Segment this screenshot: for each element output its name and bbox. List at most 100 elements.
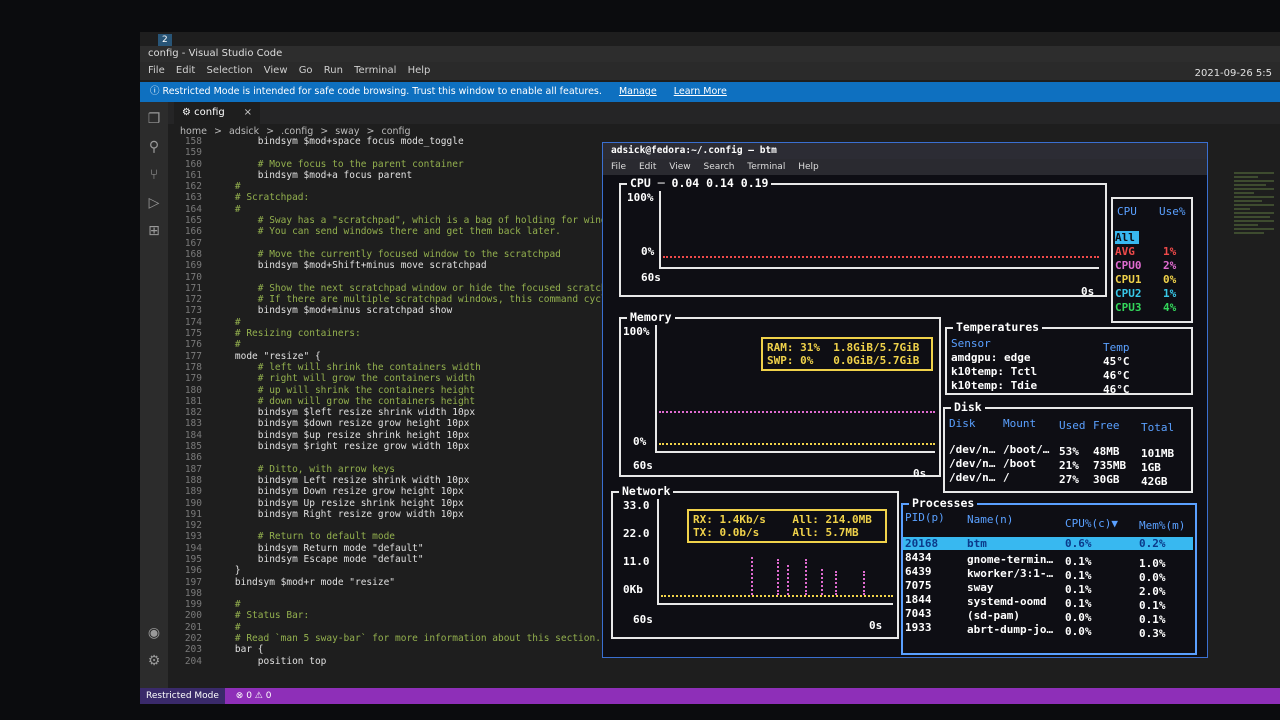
code-line[interactable]: 182 bindsym $left resize shrink width 10… [170,407,640,418]
proc-name[interactable]: systemd-oomd [967,595,1046,608]
menu-selection[interactable]: Selection [206,65,252,76]
code-line[interactable]: 158 bindsym $mod+space focus mode_toggle [170,136,640,147]
code-line[interactable]: 163 # Scratchpad: [170,192,640,203]
cpu-graph-panel[interactable]: CPU ─ 0.04 0.14 0.19 100% 0% 60s 0s [619,176,1107,298]
code-line[interactable]: 194 bindsym Return mode "default" [170,543,640,554]
explorer-icon[interactable]: ❐ [145,110,163,128]
code-line[interactable]: 162 # [170,181,640,192]
cpu-legend-cpu2[interactable]: CPU2 [1115,287,1142,300]
code-line[interactable]: 165 # Sway has a "scratchpad", which is … [170,215,640,226]
code-line[interactable]: 199 # [170,599,640,610]
menu-view[interactable]: View [264,65,288,76]
term-menu-search[interactable]: Search [703,162,734,172]
menu-terminal[interactable]: Terminal [354,65,396,76]
minimap[interactable] [1234,172,1274,372]
memory-panel[interactable]: Memory 100% 0% 60s 0s RAM: 31% 1.8GiB/5.… [619,310,941,480]
code-line[interactable]: 167 [170,238,640,249]
learn-more-link[interactable]: Learn More [674,86,727,97]
account-icon[interactable]: ◉ [145,624,163,642]
code-line[interactable]: 161 bindsym $mod+a focus parent [170,170,640,181]
code-line[interactable]: 188 bindsym Left resize shrink width 10p… [170,475,640,486]
code-line[interactable]: 168 # Move the currently focused window … [170,249,640,260]
code-line[interactable]: 175 # Resizing containers: [170,328,640,339]
code-line[interactable]: 186 [170,452,640,463]
temperatures-panel[interactable]: Temperatures Sensor Temp amdgpu: edge 45… [945,320,1193,396]
term-menu-view[interactable]: View [669,162,690,172]
code-line[interactable]: 201 # [170,622,640,633]
tab-config[interactable]: ⚙ config × [174,102,260,124]
code-line[interactable]: 166 # You can send windows there and get… [170,226,640,237]
menu-run[interactable]: Run [324,65,343,76]
code-line[interactable]: 195 bindsym Escape mode "default" [170,554,640,565]
term-menu-edit[interactable]: Edit [639,162,656,172]
proc-header-name[interactable]: Name(n) [967,513,1013,526]
code-line[interactable]: 197 bindsym $mod+r mode "resize" [170,577,640,588]
source-control-icon[interactable]: ⑂ [145,166,163,184]
proc-name[interactable]: gnome-termin… [967,553,1053,566]
cpu-legend-panel[interactable]: CPU Use% All AVG 1% CPU0 2% CPU1 0% CPU2… [1111,197,1193,323]
term-menu-help[interactable]: Help [798,162,819,172]
proc-name[interactable]: abrt-dump-jo… [967,623,1053,636]
menu-file[interactable]: File [148,65,165,76]
code-line[interactable]: 198 [170,588,640,599]
code-line[interactable]: 177 mode "resize" { [170,351,640,362]
network-panel[interactable]: Network 33.0 22.0 11.0 0Kb 60s 0s RX: 1.… [611,484,899,639]
menu-help[interactable]: Help [408,65,431,76]
code-line[interactable]: 193 # Return to default mode [170,531,640,542]
code-line[interactable]: 192 [170,520,640,531]
code-line[interactable]: 178 # left will shrink the containers wi… [170,362,640,373]
workspace-indicator[interactable]: 2 [158,34,172,46]
disk-panel[interactable]: Disk Disk Mount Used Free Total /dev/n… … [943,400,1193,493]
code-line[interactable]: 174 # [170,317,640,328]
cpu-legend-cpu0[interactable]: CPU0 [1115,259,1142,272]
code-line[interactable]: 169 bindsym $mod+Shift+minus move scratc… [170,260,640,271]
code-line[interactable]: 159 [170,147,640,158]
code-line[interactable]: 203 bar { [170,644,640,655]
code-line[interactable]: 181 # down will grow the containers heig… [170,396,640,407]
proc-name[interactable]: sway [967,581,994,594]
menu-edit[interactable]: Edit [176,65,195,76]
code-line[interactable]: 184 bindsym $up resize shrink height 10p… [170,430,640,441]
cpu-legend-all[interactable]: All [1115,231,1139,244]
cpu-legend-cpu1[interactable]: CPU1 [1115,273,1142,286]
code-line[interactable]: 173 bindsym $mod+minus scratchpad show [170,305,640,316]
processes-panel[interactable]: Processes PID(p) Name(n) CPU%(c)▼ Mem%(m… [901,496,1197,655]
code-line[interactable]: 160 # Move focus to the parent container [170,159,640,170]
code-line[interactable]: 185 bindsym $right resize grow width 10p… [170,441,640,452]
code-editor[interactable]: 158 bindsym $mod+space focus mode_toggle… [170,136,698,676]
code-line[interactable]: 164 # [170,204,640,215]
problems-indicator[interactable]: ⊗ 0 ⚠ 0 [236,691,272,701]
run-debug-icon[interactable]: ▷ [145,194,163,212]
cpu-legend-avg[interactable]: AVG [1115,245,1135,258]
code-line[interactable]: 180 # up will shrink the containers heig… [170,385,640,396]
proc-pid[interactable]: 6439 [905,565,932,578]
cpu-legend-cpu3[interactable]: CPU3 [1115,301,1142,314]
proc-pid[interactable]: 7075 [905,579,932,592]
code-line[interactable]: 204 position top [170,656,640,667]
process-row-selected[interactable]: 20168 btm 0.6% 0.2% [903,537,1193,550]
proc-pid[interactable]: 1844 [905,593,932,606]
code-line[interactable]: 183 bindsym $down resize grow height 10p… [170,418,640,429]
code-line[interactable]: 172 # If there are multiple scratchpad w… [170,294,698,305]
term-menu-file[interactable]: File [611,162,626,172]
term-menu-terminal[interactable]: Terminal [747,162,785,172]
proc-pid[interactable]: 7043 [905,607,932,620]
code-line[interactable]: 187 # Ditto, with arrow keys [170,464,640,475]
code-line[interactable]: 176 # [170,339,640,350]
menu-go[interactable]: Go [299,65,313,76]
code-line[interactable]: 202 # Read `man 5 sway-bar` for more inf… [170,633,640,644]
proc-pid[interactable]: 8434 [905,551,932,564]
extensions-icon[interactable]: ⊞ [145,222,163,240]
code-line[interactable]: 196 } [170,565,640,576]
close-icon[interactable]: × [244,102,252,124]
code-line[interactable]: 170 [170,272,640,283]
gear-icon[interactable]: ⚙ [145,652,163,670]
code-line[interactable]: 171 # Show the next scratchpad window or… [170,283,670,294]
proc-name[interactable]: kworker/3:1-… [967,567,1053,580]
code-line[interactable]: 200 # Status Bar: [170,610,640,621]
restricted-mode-indicator[interactable]: Restricted Mode [140,688,225,704]
code-line[interactable]: 189 bindsym Down resize grow height 10px [170,486,640,497]
code-line[interactable]: 190 bindsym Up resize shrink height 10px [170,498,640,509]
proc-header-mem[interactable]: Mem%(m) [1139,519,1185,532]
proc-header-pid[interactable]: PID(p) [905,511,945,524]
